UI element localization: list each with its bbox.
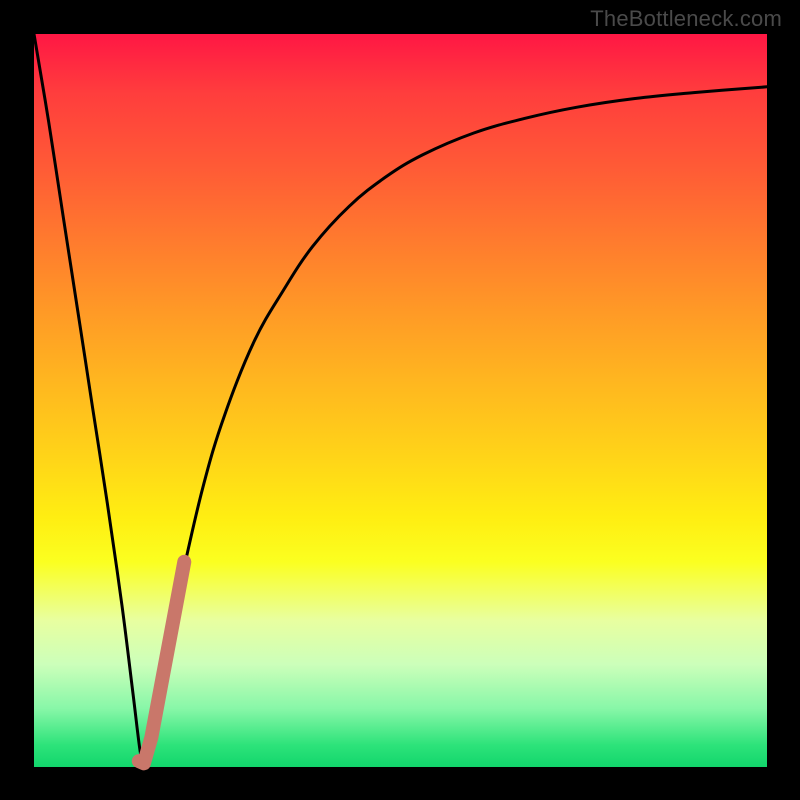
curve-main xyxy=(34,34,767,765)
curve-overlay xyxy=(0,0,800,800)
curve-highlight-marker xyxy=(139,562,185,764)
chart-frame: TheBottleneck.com xyxy=(0,0,800,800)
